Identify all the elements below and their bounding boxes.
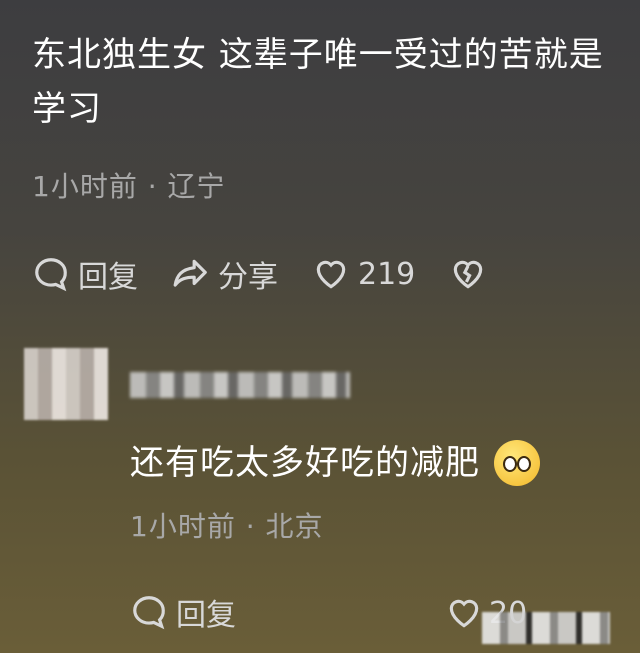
- reply-label: 回复: [78, 260, 138, 295]
- broken-heart-icon: [454, 260, 483, 289]
- comment-actions: 回复 分享 219: [32, 252, 529, 296]
- comment-bubble-icon: [35, 258, 67, 292]
- reply-actions: 回复: [130, 590, 270, 634]
- username-blurred[interactable]: [130, 372, 350, 398]
- reply-text: 还有吃太多好吃的减肥: [130, 443, 480, 483]
- share-label: 分享: [218, 260, 278, 295]
- share-button[interactable]: 分享: [172, 252, 278, 296]
- reply-reply-label: 回复: [176, 598, 236, 633]
- share-arrow-icon: [173, 259, 207, 287]
- dislike-button[interactable]: [449, 255, 495, 293]
- watermark: [482, 612, 610, 644]
- pleading-face-icon: [494, 440, 540, 486]
- like-count: 219: [358, 256, 416, 292]
- heart-icon: [316, 260, 346, 289]
- reply-meta: 1小时前 · 北京: [130, 510, 324, 543]
- heart-icon: [449, 599, 479, 628]
- comment-text: 东北独生女 这辈子唯一受过的苦就是学习: [32, 35, 604, 129]
- avatar[interactable]: [24, 348, 108, 420]
- reply-reply-button[interactable]: 回复: [130, 590, 236, 634]
- comment-bubble-icon: [133, 596, 165, 630]
- reply-button[interactable]: 回复: [32, 252, 138, 296]
- like-button[interactable]: 219: [312, 255, 415, 293]
- reply-text-row: 还有吃太多好吃的减肥: [130, 436, 540, 490]
- comment-meta: 1小时前 · 辽宁: [32, 170, 226, 203]
